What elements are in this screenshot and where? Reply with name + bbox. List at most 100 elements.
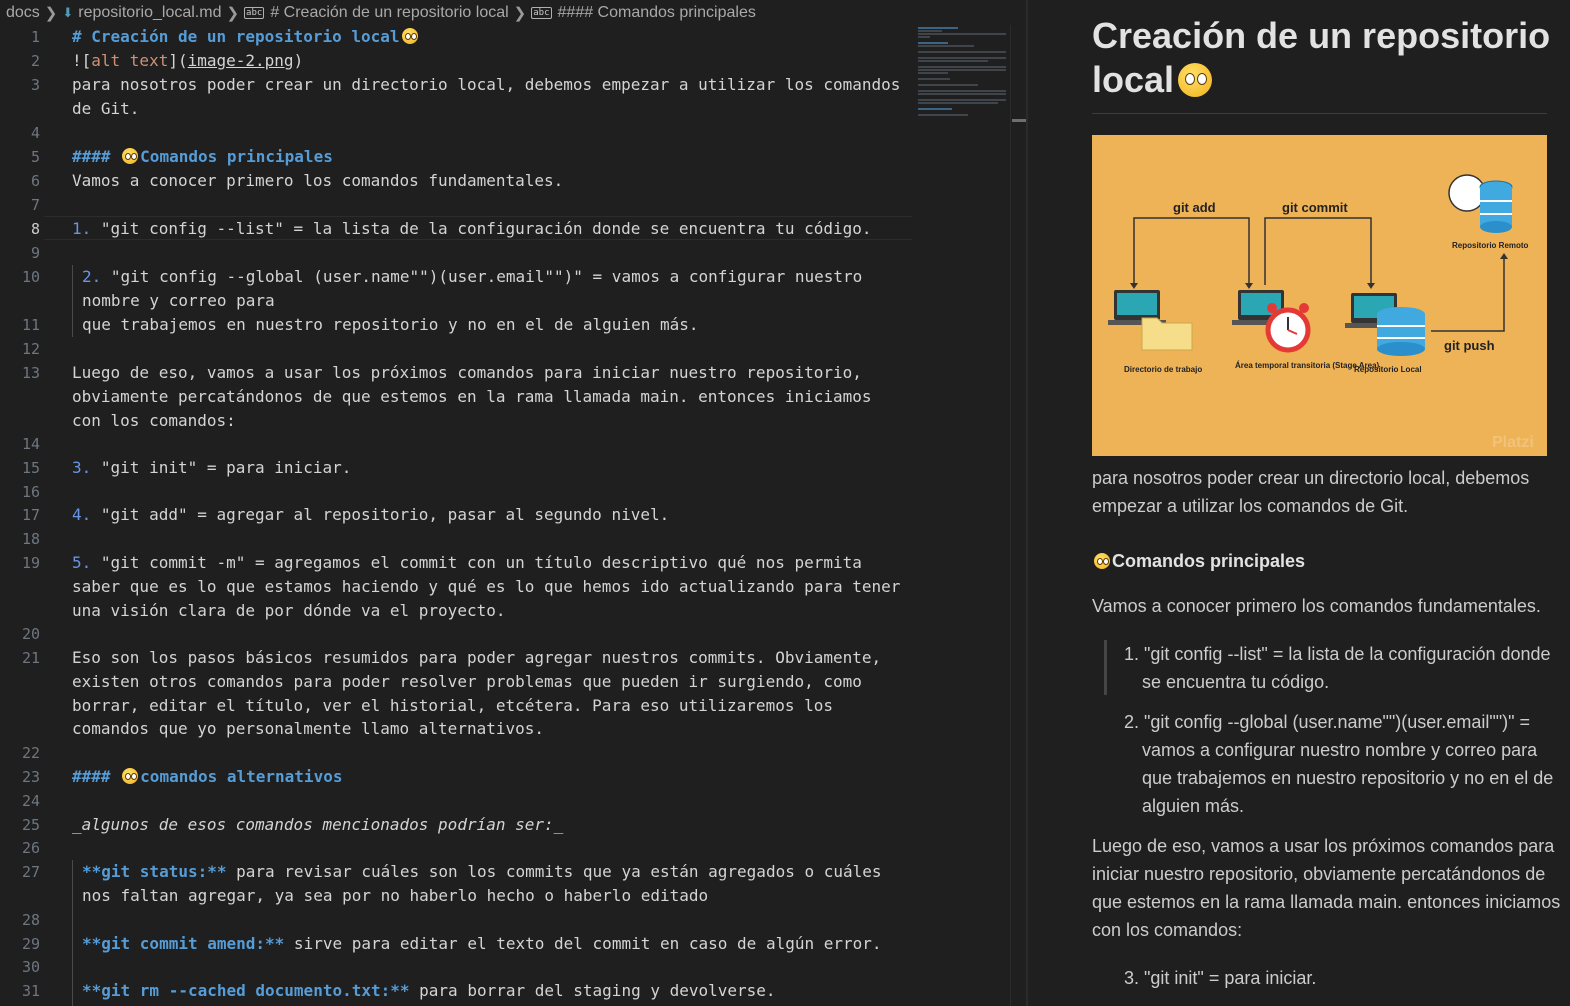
- heading-marker: ####: [72, 147, 111, 166]
- scrollbar-thumb[interactable]: [1012, 119, 1026, 122]
- preview-title-text: Creación de un repositorio local: [1092, 15, 1551, 100]
- editor-line[interactable]: 31 **git rm --cached documento.txt:** pa…: [0, 979, 1010, 1003]
- minimap[interactable]: [918, 25, 1010, 120]
- markdown-preview[interactable]: Creación de un repositorio local git add…: [1028, 0, 1570, 1006]
- editor-line[interactable]: 24: [0, 789, 1010, 813]
- image-syntax: ![: [72, 51, 92, 70]
- line-number: 11: [21, 316, 40, 334]
- list-item-text: "git commit -m" = agregamos el commit co…: [72, 553, 911, 620]
- editor-line[interactable]: 2 ![alt text](image-2.png): [0, 49, 1010, 73]
- minimap-line: [918, 57, 1006, 59]
- italic-text: _algunos de esos comandos mencionados po…: [72, 815, 564, 834]
- minimap-line: [918, 51, 1006, 53]
- editor-line[interactable]: 12: [0, 337, 1010, 361]
- preview-blockquote-bar: [1104, 640, 1107, 695]
- bold-text: **git status:**: [82, 862, 227, 881]
- preview-paragraph: Luego de eso, vamos a usar los próximos …: [1092, 836, 1561, 940]
- editor-line[interactable]: 14: [0, 432, 1010, 456]
- minimap-line: [918, 36, 930, 38]
- editor-line[interactable]: 6 Vamos a conocer primero los comandos f…: [0, 169, 1010, 193]
- editor-line[interactable]: 15 3. "git init" = para iniciar.: [0, 456, 1010, 480]
- git-add-label: git add: [1173, 200, 1216, 215]
- editor-line[interactable]: 16: [0, 480, 1010, 504]
- line-number: 28: [21, 911, 40, 929]
- git-push-arrow: [1431, 257, 1505, 332]
- minimap-line: [918, 93, 1006, 95]
- preview-heading-text: Comandos principales: [1112, 551, 1306, 571]
- editor-line[interactable]: 26: [0, 836, 1010, 860]
- minimap-line: [918, 84, 978, 86]
- line-number: 23: [21, 768, 40, 786]
- line-number: 29: [21, 935, 40, 953]
- editor-line[interactable]: 7: [0, 193, 1010, 217]
- line-number: 7: [30, 196, 40, 214]
- folder-icon: [1141, 317, 1193, 351]
- preview-list-item: 2. "git config --global (user.name"")(us…: [1124, 712, 1554, 816]
- paragraph-text: Luego de eso, vamos a usar los próximos …: [72, 363, 882, 430]
- editor-line[interactable]: 11 que trabajemos en nuestro repositorio…: [0, 313, 1010, 337]
- alarm-clock-icon: [1265, 303, 1311, 353]
- image-syntax: ](: [168, 51, 188, 70]
- line-number: 4: [30, 124, 40, 142]
- remote-repo-label: Repositorio Remoto: [1452, 241, 1529, 250]
- editor-line[interactable]: 20: [0, 622, 1010, 646]
- editor-line[interactable]: 18: [0, 527, 1010, 551]
- chevron-right-icon: ❯: [226, 4, 240, 22]
- editor-line[interactable]: 21 Eso son los pasos básicos resumidos p…: [0, 646, 1010, 742]
- line-number: 13: [21, 364, 40, 382]
- editor-line[interactable]: 13 Luego de eso, vamos a usar los próxim…: [0, 361, 1010, 433]
- list-marker: 4.: [72, 505, 92, 524]
- editor-line[interactable]: 17 4. "git add" = agregar al repositorio…: [0, 503, 1010, 527]
- editor-line[interactable]: 1 # Creación de un repositorio local: [0, 25, 1010, 49]
- line-number: 16: [21, 483, 40, 501]
- editor-line[interactable]: 25 _algunos de esos comandos mencionados…: [0, 813, 1010, 837]
- editor-line-active[interactable]: 8 1. "git config --list" = la lista de l…: [0, 217, 1010, 241]
- breadcrumb-heading-1[interactable]: # Creación de un repositorio local: [270, 4, 508, 22]
- heading-text: Comandos principales: [140, 147, 333, 166]
- cloud-database-icon: [1448, 174, 1513, 233]
- editor-line[interactable]: 10 2. "git config --global (user.name"")…: [0, 265, 1010, 313]
- local-repo-label: Repositorio Local: [1354, 365, 1422, 374]
- image-link[interactable]: image-2.png: [188, 51, 294, 70]
- editor-line[interactable]: 28: [0, 908, 1010, 932]
- emoji-icon: [122, 768, 139, 784]
- chevron-right-icon: ❯: [513, 4, 527, 22]
- line-number: 1: [30, 28, 40, 46]
- preview-paragraph: para nosotros poder crear un directorio …: [1092, 468, 1530, 516]
- list-item-text: "git config --global (user.name"")(user.…: [82, 267, 872, 310]
- preview-list-item: 1. "git config --list" = la lista de la …: [1124, 644, 1551, 692]
- workdir-label: Directorio de trabajo: [1124, 365, 1202, 374]
- arrowhead-icon: [1245, 283, 1253, 289]
- line-number: 17: [21, 506, 40, 524]
- database-icon: [1377, 307, 1425, 356]
- platzi-watermark: Platzi: [1492, 434, 1534, 451]
- paragraph-text: Vamos a conocer primero los comandos fun…: [72, 171, 564, 190]
- editor-line[interactable]: 22: [0, 741, 1010, 765]
- line-number: 5: [30, 148, 40, 166]
- minimap-line: [918, 72, 948, 74]
- editor-line[interactable]: 27 **git status:** para revisar cuáles s…: [0, 860, 1010, 908]
- breadcrumb-docs[interactable]: docs: [6, 4, 40, 22]
- breadcrumb: docs ❯ ⬇ repositorio_local.md ❯ abc # Cr…: [0, 0, 1026, 25]
- editor-scrollbar[interactable]: [1010, 25, 1026, 1006]
- editor-line[interactable]: 23 #### comandos alternativos: [0, 765, 1010, 789]
- editor-line[interactable]: 19 5. "git commit -m" = agregamos el com…: [0, 551, 1010, 623]
- symbol-string-icon: abc: [244, 6, 265, 19]
- minimap-line: [918, 42, 948, 44]
- breadcrumb-file[interactable]: repositorio_local.md: [78, 4, 221, 22]
- editor-line[interactable]: 30: [0, 955, 1010, 979]
- git-commit-label: git commit: [1282, 200, 1348, 215]
- editor-line[interactable]: 9: [0, 241, 1010, 265]
- editor-line[interactable]: 4: [0, 121, 1010, 145]
- list-item-text: "git config --list" = la lista de la con…: [91, 219, 872, 238]
- arrowhead-icon: [1500, 253, 1508, 259]
- line-number: 30: [21, 958, 40, 976]
- line-number: 20: [21, 625, 40, 643]
- markdown-editor[interactable]: 1 # Creación de un repositorio local 2 !…: [0, 25, 1026, 1006]
- editor-line[interactable]: 29 **git commit amend:** sirve para edit…: [0, 932, 1010, 956]
- breadcrumb-heading-4[interactable]: #### Comandos principales: [558, 4, 756, 22]
- line-number: 2: [30, 52, 40, 70]
- editor-line[interactable]: 3 para nosotros poder crear un directori…: [0, 73, 1010, 121]
- editor-line[interactable]: 5 #### Comandos principales: [0, 145, 1010, 169]
- arrowhead-icon: [1130, 283, 1138, 289]
